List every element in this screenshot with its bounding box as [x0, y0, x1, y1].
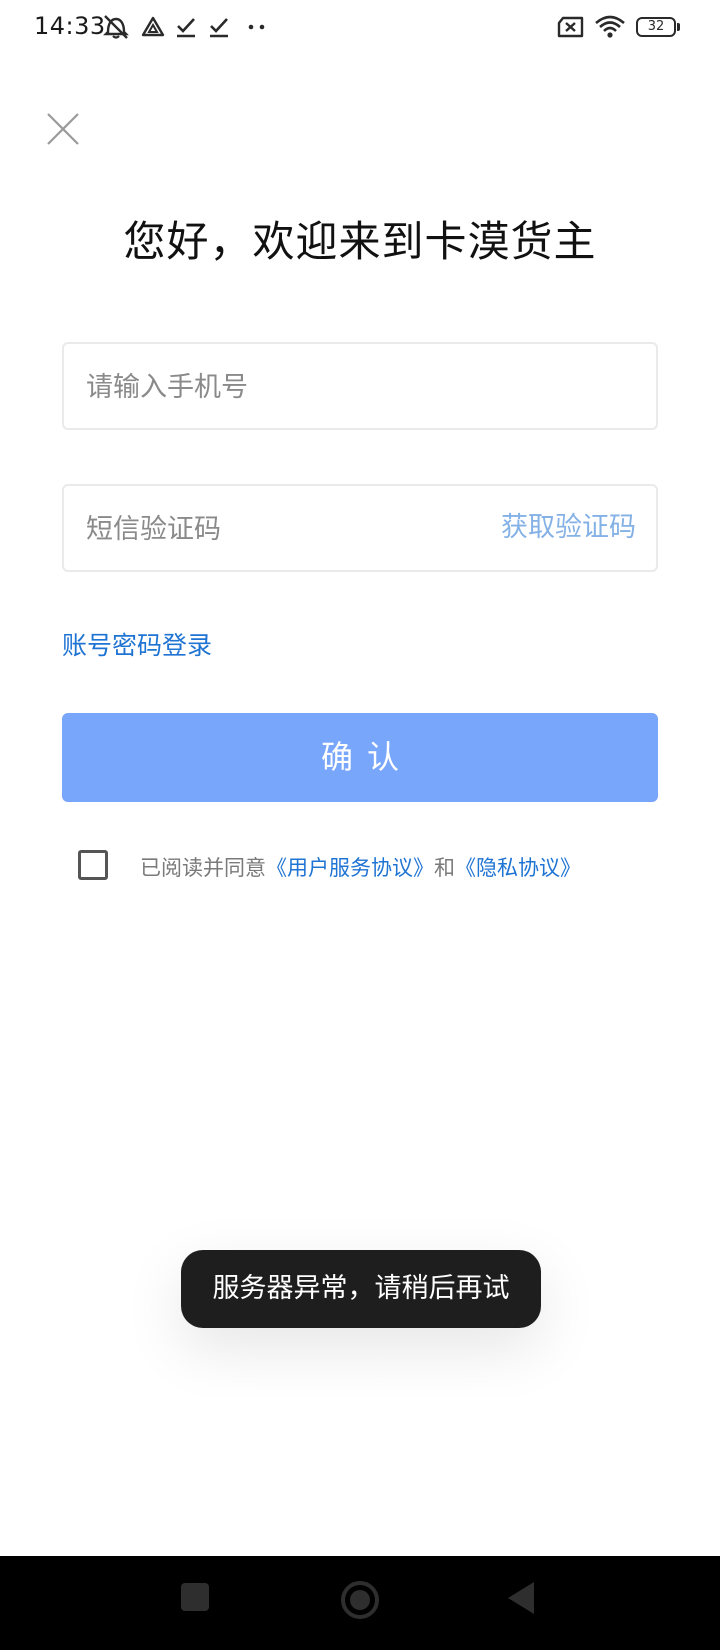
- password-login-link[interactable]: 账号密码登录: [62, 626, 212, 662]
- confirm-button[interactable]: 确认: [62, 713, 658, 802]
- status-bar: 14:33 32: [0, 0, 720, 54]
- home-icon[interactable]: [340, 1580, 380, 1620]
- recents-icon[interactable]: [180, 1582, 210, 1612]
- check-icon: [177, 18, 195, 38]
- check-icon: [210, 18, 228, 38]
- wifi-icon: [595, 15, 625, 38]
- mute-icon: [103, 15, 129, 39]
- battery-tip: [677, 23, 680, 31]
- agreement-text: 已阅读并同意《用户服务协议》和《隐私协议》: [140, 852, 581, 882]
- sms-code-field[interactable]: 获取验证码: [62, 484, 658, 572]
- back-icon[interactable]: [506, 1580, 538, 1616]
- get-code-button[interactable]: 获取验证码: [501, 486, 636, 570]
- login-screen: 14:33 32 您好，欢迎来到卡漠货主 请输入手机号 短信验证码 获取验证码 …: [0, 0, 720, 1650]
- status-time: 14:33: [34, 12, 106, 40]
- close-icon[interactable]: [44, 110, 84, 150]
- battery-icon: 32: [636, 17, 676, 37]
- sms-code-input[interactable]: [84, 486, 468, 572]
- phone-input[interactable]: [84, 344, 638, 430]
- error-toast: 服务器异常，请稍后再试: [181, 1250, 541, 1328]
- drive-icon: [141, 16, 165, 37]
- agreement-checkbox[interactable]: [78, 850, 108, 880]
- page-title: 您好，欢迎来到卡漠货主: [123, 217, 597, 266]
- agreement-conjunction: 和: [434, 856, 455, 880]
- more-dots-icon: [248, 24, 265, 30]
- agreement-prefix: 已阅读并同意: [140, 856, 266, 880]
- user-agreement-link[interactable]: 《用户服务协议》: [266, 856, 434, 880]
- privacy-agreement-link[interactable]: 《隐私协议》: [455, 856, 581, 880]
- no-sim-icon: [557, 16, 584, 38]
- system-nav-bar: [0, 1556, 720, 1650]
- phone-field[interactable]: [62, 342, 658, 430]
